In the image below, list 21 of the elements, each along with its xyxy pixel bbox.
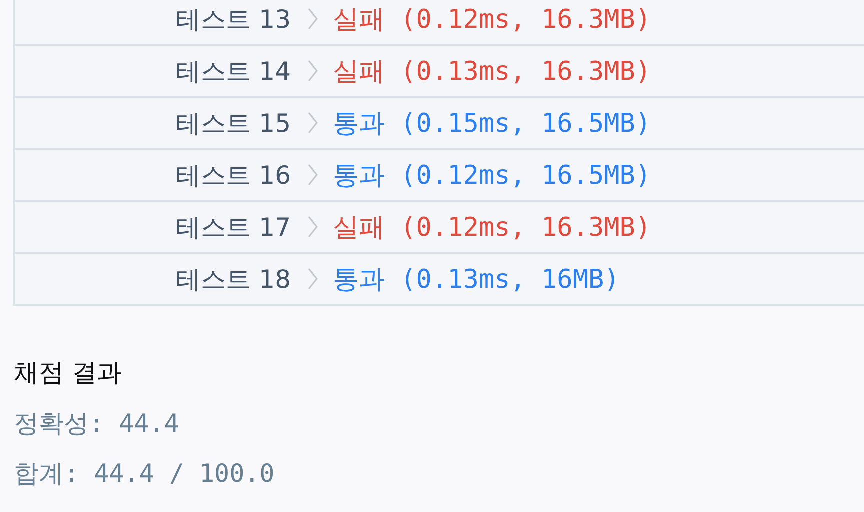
chevron-icon: [307, 267, 319, 291]
chevron-icon: [307, 215, 319, 239]
chevron-icon: [307, 111, 319, 135]
summary-line: 합계: 44.4 / 100.0: [14, 459, 276, 490]
chevron-icon: [307, 163, 319, 187]
test-result: 통과 (0.12ms, 16.5MB): [333, 160, 652, 192]
chevron-icon: [307, 7, 319, 31]
test-result: 실패 (0.12ms, 16.3MB): [333, 4, 652, 36]
test-label: 테스트 13: [175, 4, 291, 36]
summary-title: 채점 결과: [14, 357, 123, 389]
test-result: 통과 (0.15ms, 16.5MB): [333, 108, 652, 140]
test-result: 실패 (0.12ms, 16.3MB): [333, 212, 652, 244]
test-label: 테스트 18: [175, 264, 291, 296]
test-result: 실패 (0.13ms, 16.3MB): [333, 56, 652, 88]
test-label: 테스트 14: [175, 56, 291, 88]
summary-line: 정확성: 44.4: [14, 409, 180, 440]
test-result: 통과 (0.13ms, 16MB): [333, 264, 620, 296]
test-label: 테스트 16: [175, 160, 291, 192]
test-label: 테스트 15: [175, 108, 291, 140]
chevron-icon: [307, 59, 319, 83]
test-label: 테스트 17: [175, 212, 291, 244]
